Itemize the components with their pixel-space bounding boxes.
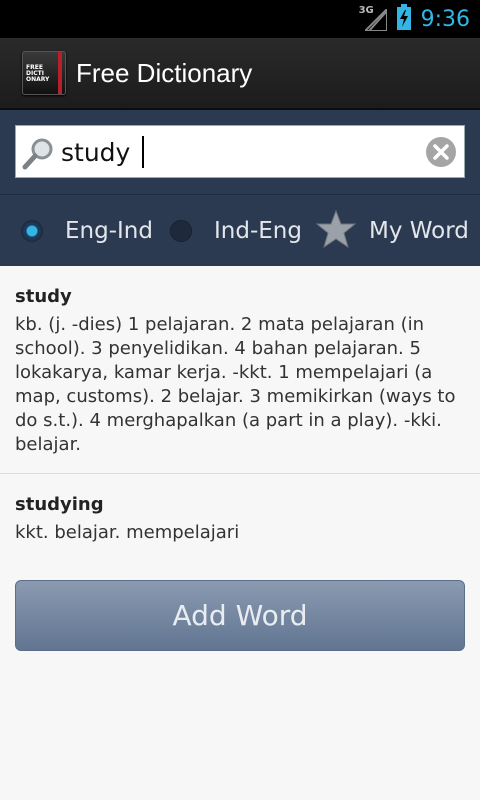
entry-definition: kkt. belajar. mempelajari [15,522,240,543]
app-logo-text: FREE DICTI ONARY [26,64,50,83]
mode-eng-ind[interactable]: Eng-Ind [21,195,153,267]
app-logo-spine [58,52,62,94]
battery-icon [396,4,411,34]
mode-ind-eng[interactable]: Ind-Eng [170,195,302,267]
star-icon [315,209,357,252]
mode-label: My Word [369,218,469,244]
action-bar: FREE DICTI ONARY Free Dictionary [0,38,480,110]
clock: 9:36 [420,6,470,32]
add-word-button[interactable]: Add Word [15,580,465,651]
search-input[interactable] [61,134,421,170]
entry-definition: kb. (j. -dies) 1 pelajaran. 2 mata pelaj… [15,314,456,455]
mode-label: Ind-Eng [214,218,302,244]
clear-search-button[interactable] [426,137,456,167]
status-bar: 3G 9:36 [0,0,480,38]
app-title: Free Dictionary [76,57,253,88]
dictionary-mode-selector: Eng-Ind Ind-Eng My Word [0,194,480,266]
search-panel [0,110,480,194]
entry-word: studying [15,494,104,515]
signal-icon: 3G [359,5,389,33]
text-cursor [142,136,144,168]
search-icon [22,136,56,174]
close-icon [433,144,449,160]
mode-label: Eng-Ind [65,218,153,244]
results-list: study kb. (j. -dies) 1 pelajaran. 2 mata… [0,266,480,561]
radio-selected-icon [21,220,43,242]
entry-word: study [15,286,72,307]
list-item[interactable]: studying kkt. belajar. mempelajari [0,474,480,561]
radio-unselected-icon [170,220,192,242]
list-item[interactable]: study kb. (j. -dies) 1 pelajaran. 2 mata… [0,266,480,474]
mode-my-word[interactable]: My Word [315,195,469,267]
search-box[interactable] [15,125,465,178]
app-logo-icon[interactable]: FREE DICTI ONARY [22,51,66,95]
